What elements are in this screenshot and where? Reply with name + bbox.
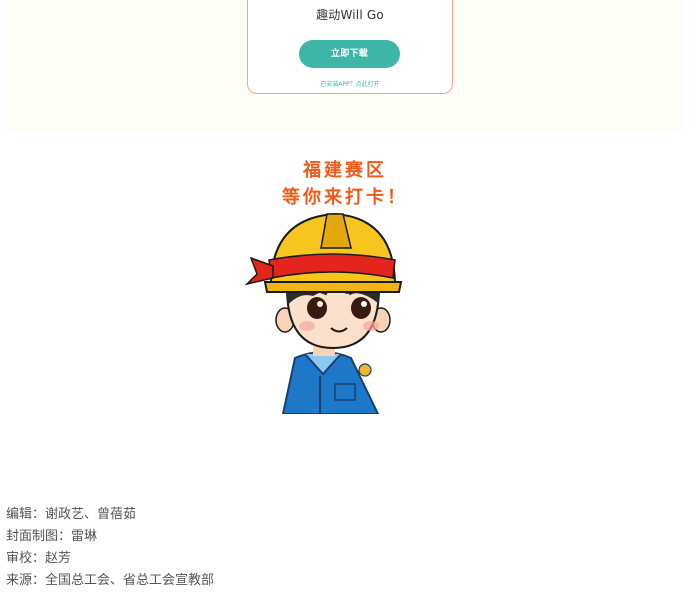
open-app-link[interactable]: 已安装APP？点此打开 xyxy=(248,79,452,88)
app-promo-card: 趣动Will Go 立即下载 已安装APP？点此打开 xyxy=(247,0,453,94)
download-now-button[interactable]: 立即下载 xyxy=(299,40,400,68)
headline-line-1: 福建赛区 xyxy=(303,160,387,181)
app-promo-banner: 趣动Will Go 立即下载 已安装APP？点此打开 xyxy=(6,0,683,131)
credit-proofreader: 审校：赵芳 xyxy=(6,551,72,566)
credit-cover-design: 封面制图：雷琳 xyxy=(6,529,98,544)
credit-editor: 编辑：谢政艺、曾蓓茹 xyxy=(6,507,137,522)
app-name: 趣动Will Go xyxy=(316,8,384,22)
article-credits: 编辑：谢政艺、曾蓓茹 封面制图：雷琳 审校：赵芳 来源：全国总工会、省总工会宣教… xyxy=(6,504,214,592)
credit-source: 来源：全国总工会、省总工会宣教部 xyxy=(6,573,215,588)
worker-mascot-icon xyxy=(244,212,403,414)
headline-line-2: 等你来打卡！ xyxy=(282,187,408,208)
